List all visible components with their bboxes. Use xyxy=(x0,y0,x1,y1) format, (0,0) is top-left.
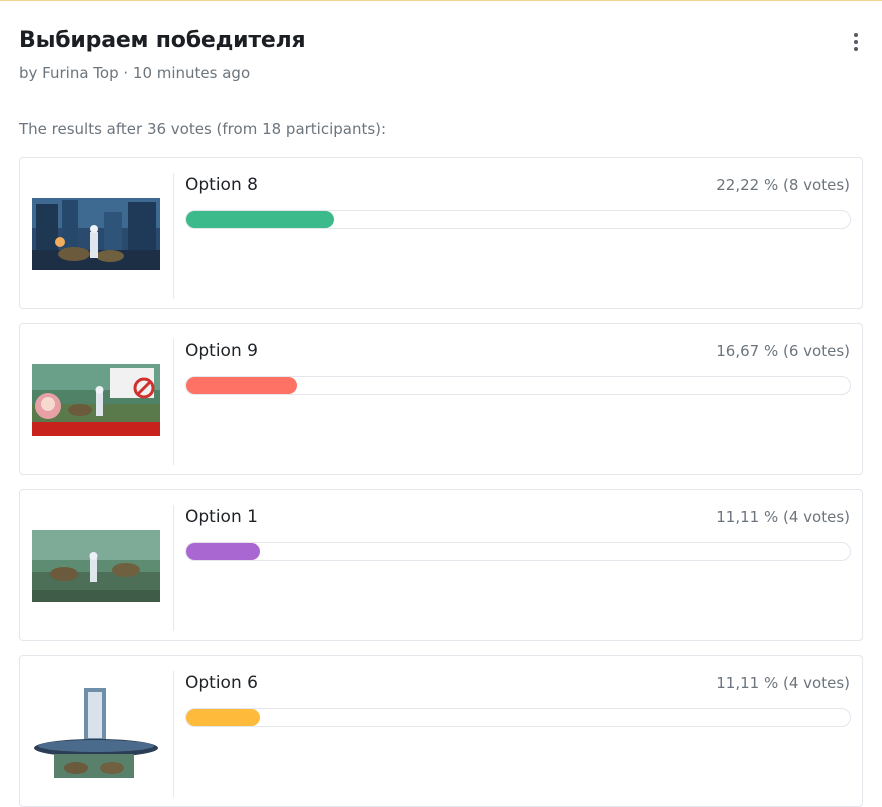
progress-fill xyxy=(186,543,260,560)
option-label: Option 9 xyxy=(185,341,258,361)
progress-fill xyxy=(186,377,297,394)
option-image-column xyxy=(20,339,174,465)
option-image-column xyxy=(20,671,174,797)
option-result: 16,67 % (6 votes) xyxy=(716,342,850,360)
progress-fill xyxy=(186,211,334,228)
poll-option-card: Option 6 11,11 % (4 votes) xyxy=(19,655,863,807)
option-image-column xyxy=(20,505,174,631)
poll-meta: by Furina Top · 10 minutes ago xyxy=(19,64,251,82)
option-image[interactable] xyxy=(32,364,160,436)
poll-summary: The results after 36 votes (from 18 part… xyxy=(19,120,387,138)
progress-fill xyxy=(186,709,260,726)
option-image[interactable] xyxy=(32,686,160,782)
option-image[interactable] xyxy=(32,530,160,602)
poll-title: Выбираем победителя xyxy=(19,28,306,53)
option-label: Option 8 xyxy=(185,175,258,195)
poll-option-card: Option 9 16,67 % (6 votes) xyxy=(19,323,863,475)
top-border xyxy=(0,0,882,1)
option-image-column xyxy=(20,173,174,299)
option-label: Option 6 xyxy=(185,673,258,693)
progress-track xyxy=(185,210,851,229)
poll-option-card: Option 8 22,22 % (8 votes) xyxy=(19,157,863,309)
option-label: Option 1 xyxy=(185,507,258,527)
poll-option-card: Option 1 11,11 % (4 votes) xyxy=(19,489,863,641)
option-result: 11,11 % (4 votes) xyxy=(716,508,850,526)
more-vertical-icon[interactable] xyxy=(848,31,864,53)
option-result: 11,11 % (4 votes) xyxy=(716,674,850,692)
option-result: 22,22 % (8 votes) xyxy=(716,176,850,194)
progress-track xyxy=(185,376,851,395)
option-image[interactable] xyxy=(32,198,160,270)
progress-track xyxy=(185,708,851,727)
progress-track xyxy=(185,542,851,561)
